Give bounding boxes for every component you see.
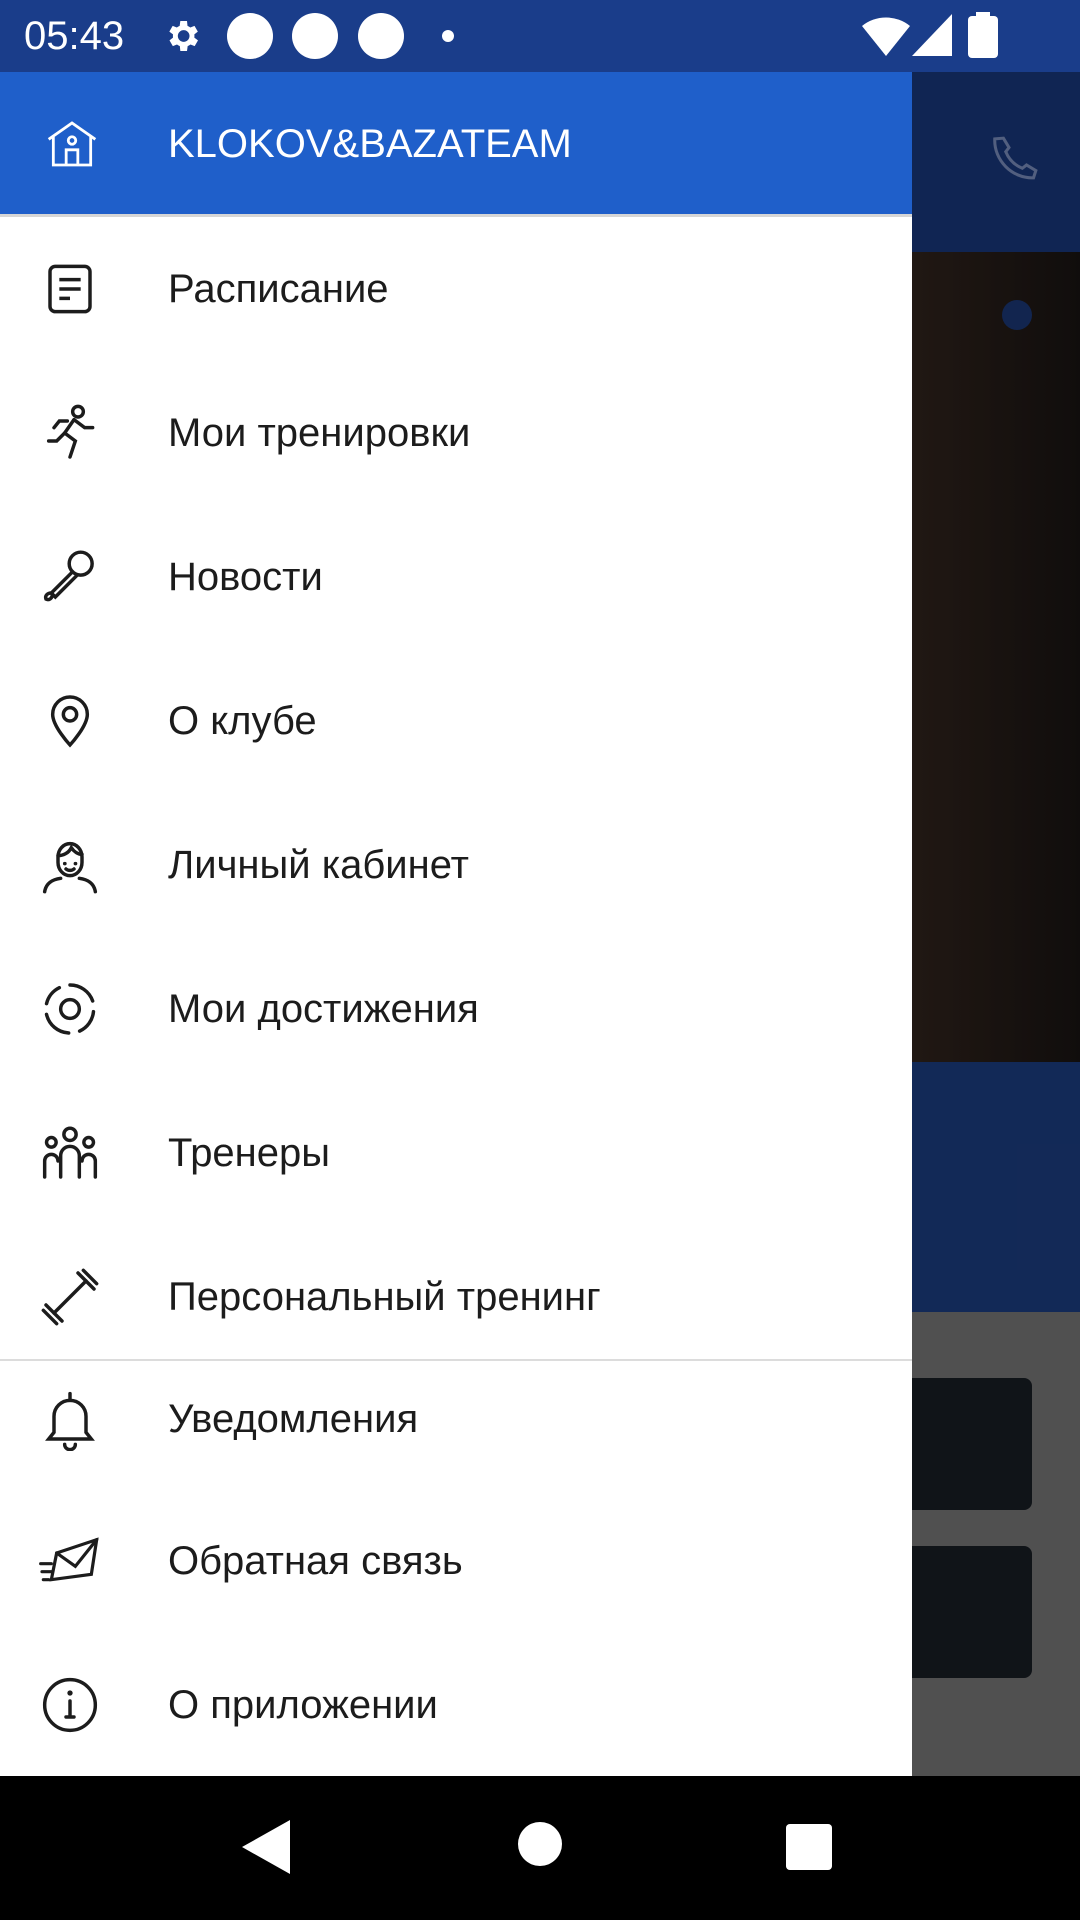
back-icon[interactable] bbox=[242, 1820, 290, 1874]
menu-item-trainers[interactable]: Тренеры bbox=[0, 1081, 912, 1225]
menu-item-label: Мои тренировки bbox=[168, 411, 471, 455]
menu-item-about-app[interactable]: О приложении bbox=[0, 1647, 912, 1791]
menu-item-label: О приложении bbox=[168, 1683, 438, 1727]
drawer-title: KLOKOV&BAZATEAM bbox=[168, 122, 572, 166]
status-bar: 05:43 bbox=[0, 0, 1080, 72]
menu-item-label: Личный кабинет bbox=[168, 843, 469, 887]
info-icon bbox=[42, 1677, 98, 1733]
location-pin-icon bbox=[50, 695, 90, 748]
menu-item-label: Обратная связь bbox=[168, 1539, 463, 1583]
menu-item-schedule[interactable]: Расписание bbox=[0, 217, 912, 361]
runner-icon bbox=[46, 404, 95, 459]
menu-item-label: Тренеры bbox=[168, 1131, 331, 1175]
app-badge-icon bbox=[358, 13, 404, 59]
menu-item-personal-training[interactable]: Персональный тренинг bbox=[0, 1225, 912, 1359]
menu-item-label: Уведомления bbox=[168, 1397, 419, 1441]
app-badge-icon bbox=[227, 13, 273, 59]
signal-icon bbox=[912, 14, 952, 56]
system-nav-bar bbox=[0, 1776, 1080, 1920]
drawer-footer-list: Уведомления Обратная связь О приложении bbox=[0, 1361, 912, 1791]
menu-item-label: Мои достижения bbox=[168, 987, 479, 1031]
menu-item-label: О клубе bbox=[168, 699, 317, 743]
trainers-icon bbox=[42, 1126, 98, 1179]
navigation-drawer: KLOKOV&BAZATEAM Расписание Мои тренировк… bbox=[0, 72, 912, 1776]
menu-item-label: Новости bbox=[168, 555, 323, 599]
notification-dot-icon bbox=[442, 30, 454, 42]
achievements-icon bbox=[44, 983, 96, 1035]
drawer-menu-list[interactable]: Расписание Мои тренировки Новости О клуб… bbox=[0, 217, 912, 1359]
app-badge-icon bbox=[292, 13, 338, 59]
home-icon bbox=[47, 121, 97, 167]
battery-icon bbox=[968, 12, 998, 58]
menu-item-my-workouts[interactable]: Мои тренировки bbox=[0, 361, 912, 505]
drawer-header[interactable]: KLOKOV&BAZATEAM bbox=[0, 72, 912, 217]
recents-icon[interactable] bbox=[786, 1824, 832, 1870]
schedule-icon bbox=[48, 264, 92, 314]
menu-item-personal-account[interactable]: Личный кабинет bbox=[0, 793, 912, 937]
mail-icon bbox=[39, 1537, 99, 1582]
menu-item-achievements[interactable]: Мои достижения bbox=[0, 937, 912, 1081]
microphone-icon bbox=[43, 550, 94, 602]
menu-item-about-club[interactable]: О клубе bbox=[0, 649, 912, 793]
status-time: 05:43 bbox=[24, 14, 125, 58]
wifi-icon bbox=[862, 17, 910, 56]
menu-item-feedback[interactable]: Обратная связь bbox=[0, 1503, 912, 1647]
bell-icon bbox=[45, 1391, 95, 1451]
menu-item-news[interactable]: Новости bbox=[0, 505, 912, 649]
menu-item-notifications[interactable]: Уведомления bbox=[0, 1361, 912, 1503]
menu-item-label: Персональный тренинг bbox=[168, 1275, 601, 1319]
dumbbell-icon bbox=[41, 1268, 99, 1326]
settings-icon bbox=[169, 21, 198, 51]
home-circle-icon[interactable] bbox=[518, 1822, 562, 1866]
menu-item-label: Расписание bbox=[168, 267, 389, 311]
user-profile-icon bbox=[42, 841, 98, 894]
